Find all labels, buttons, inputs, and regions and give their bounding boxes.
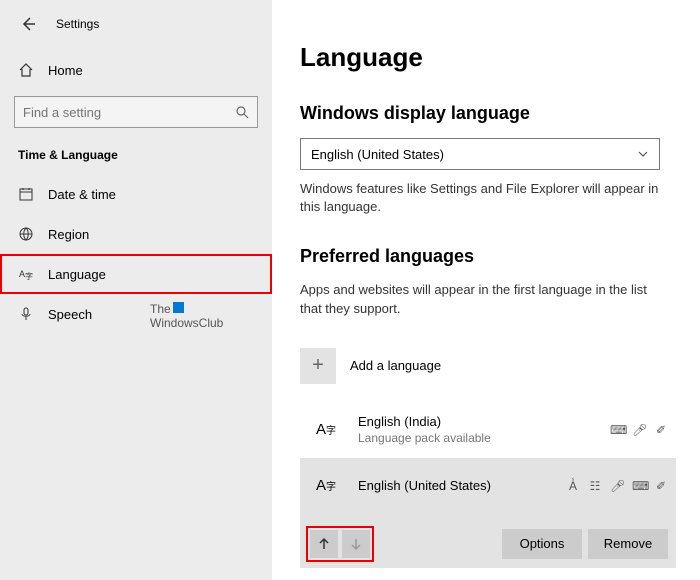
settings-title: Settings <box>56 17 99 31</box>
language-name: English (United States) <box>358 478 552 493</box>
language-item[interactable]: A字 English (India) Language pack availab… <box>300 402 676 458</box>
plus-icon: + <box>300 348 336 384</box>
sidebar-home[interactable]: Home <box>0 52 272 88</box>
remove-button[interactable]: Remove <box>588 529 668 559</box>
display-icon: A̾ <box>566 479 580 493</box>
arrow-left-icon <box>20 16 36 32</box>
nav-label: Date & time <box>48 187 116 202</box>
language-icon: A字 <box>18 266 34 282</box>
arrow-up-icon <box>317 537 331 551</box>
mic-icon <box>18 306 34 322</box>
home-label: Home <box>48 63 83 78</box>
dropdown-value: English (United States) <box>311 147 444 162</box>
sidebar-item-date-time[interactable]: Date & time <box>0 174 272 214</box>
nav-label: Region <box>48 227 89 242</box>
language-controls: Options Remove <box>300 520 676 568</box>
watermark-square-icon <box>173 302 184 313</box>
display-language-heading: Windows display language <box>300 103 676 124</box>
add-language-label: Add a language <box>350 358 441 373</box>
mic-icon: 🎤︎ <box>610 479 624 493</box>
display-language-desc: Windows features like Settings and File … <box>300 180 670 216</box>
tts-icon: ☷ <box>588 479 602 493</box>
search-icon <box>235 105 249 119</box>
display-language-dropdown[interactable]: English (United States) <box>300 138 660 170</box>
main-content: Language Windows display language Englis… <box>272 0 700 580</box>
add-language-button[interactable]: + Add a language <box>300 348 676 384</box>
language-glyph-icon: A字 <box>308 412 344 448</box>
language-badges: A̾ ☷ 🎤︎ ⌨ ✐ <box>566 479 668 493</box>
preferred-languages-heading: Preferred languages <box>300 246 676 267</box>
arrow-down-icon <box>349 537 363 551</box>
language-badges: ⌨ 🎤︎ ✐ <box>610 423 668 437</box>
sidebar-item-speech[interactable]: Speech <box>0 294 272 334</box>
home-icon <box>18 62 34 78</box>
mic-icon: 🎤︎ <box>632 423 646 437</box>
calendar-icon <box>18 186 34 202</box>
watermark: The WindowsClub <box>150 302 223 331</box>
move-down-button[interactable] <box>342 530 370 558</box>
page-title: Language <box>300 42 676 73</box>
search-input[interactable] <box>23 105 235 120</box>
language-subtext: Language pack available <box>358 431 596 445</box>
search-box[interactable] <box>14 96 258 128</box>
section-title: Time & Language <box>0 142 272 174</box>
nav-label: Speech <box>48 307 92 322</box>
language-item-selected[interactable]: A字 English (United States) A̾ ☷ 🎤︎ ⌨ ✐ <box>300 458 676 520</box>
handwriting-icon: ✐ <box>654 423 668 437</box>
nav-label: Language <box>48 267 106 282</box>
back-button[interactable] <box>18 14 38 34</box>
language-name: English (India) <box>358 414 596 429</box>
sidebar-item-region[interactable]: Region <box>0 214 272 254</box>
options-button[interactable]: Options <box>502 529 582 559</box>
language-glyph-icon: A字 <box>308 468 344 504</box>
globe-icon <box>18 226 34 242</box>
move-up-button[interactable] <box>310 530 338 558</box>
chevron-down-icon <box>637 148 649 160</box>
svg-text:字: 字 <box>25 271 33 281</box>
preferred-languages-desc: Apps and websites will appear in the fir… <box>300 281 670 317</box>
handwriting-icon: ✐ <box>654 479 668 493</box>
sidebar-item-language[interactable]: A字 Language <box>0 254 272 294</box>
keyboard-icon: ⌨ <box>632 479 646 493</box>
keyboard-icon: ⌨ <box>610 423 624 437</box>
reorder-buttons <box>308 528 372 560</box>
